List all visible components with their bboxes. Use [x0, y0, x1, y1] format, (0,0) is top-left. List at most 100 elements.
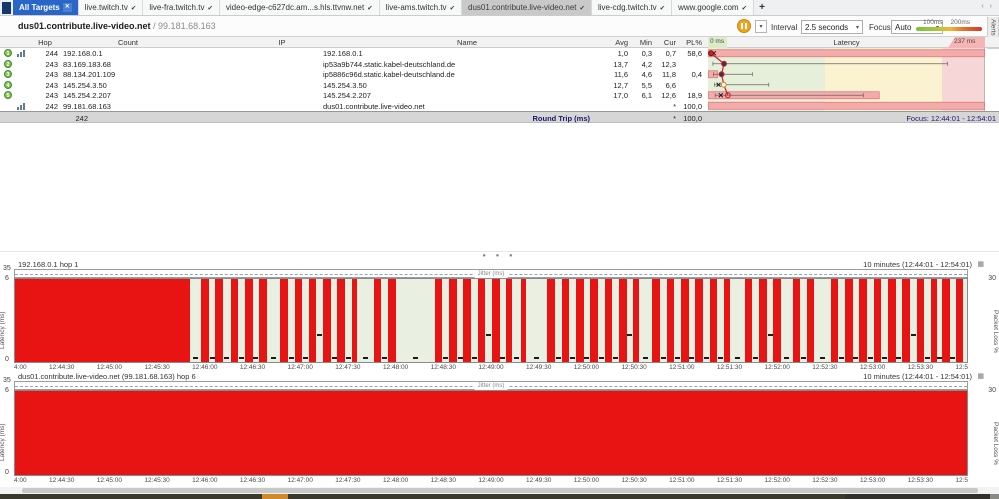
packet-loss-bar — [844, 279, 853, 362]
hop-min: 6,1 — [641, 91, 652, 100]
latency-tick — [513, 357, 519, 359]
hop-pl: 0,4 — [691, 70, 702, 79]
check-icon: ✔ — [449, 4, 456, 12]
packet-loss-bar — [680, 279, 689, 362]
loss-axis-label: Packet Loss % — [992, 421, 999, 465]
latency-tick — [734, 357, 740, 359]
latency-tick — [288, 357, 294, 359]
tab-label: live-cdg.twitch.tv — [597, 3, 657, 12]
tab-live-ams-twitch-tv[interactable]: live-ams.twitch.tv ✔ — [379, 0, 463, 15]
hop-count: 242 — [45, 101, 58, 111]
packet-loss-bar — [709, 279, 718, 362]
packet-loss-bar — [351, 279, 358, 362]
time-tick-label: 12:46:00 — [192, 477, 218, 484]
table-row-hop-4[interactable]: 4 243 145.254.3.50 145.254.3.50 12,7 5,5 6,6 — [0, 80, 999, 91]
table-row-hop-5[interactable]: 5 243 145.254.2.207 145.254.2.207 17,0 6,1 12,… — [0, 90, 999, 101]
graph-range-selector[interactable]: 10 minutes (12:44:01 - 12:54:01) — [863, 372, 972, 381]
hop-ip: 145.254.3.50 — [63, 80, 107, 90]
grid-icon[interactable]: ▦ — [977, 372, 984, 380]
time-tick-label: 12:50:00 — [573, 364, 600, 371]
timeline-graph-icon[interactable] — [17, 102, 26, 110]
time-tick-label: 12:46:30 — [239, 477, 266, 484]
latency-tick — [689, 357, 695, 359]
grid-icon[interactable]: ▦ — [977, 260, 984, 268]
check-icon: ✔ — [367, 4, 373, 12]
packet-loss-bar — [873, 279, 882, 362]
tab-live-cdg-twitch-tv[interactable]: live-cdg.twitch.tv ✔ — [591, 0, 673, 15]
horizontal-scrollbar[interactable] — [0, 487, 999, 494]
pause-button[interactable] — [737, 19, 751, 33]
packet-loss-bar — [930, 279, 937, 362]
packet-loss-bar — [590, 279, 598, 362]
latency-color-scale: 100ms 200ms — [916, 19, 982, 31]
time-tick-label: 12:44:30 — [49, 364, 75, 371]
hop-cur: 12,3 — [661, 59, 676, 69]
tab-live-twitch-tv[interactable]: live.twitch.tv ✔ — [78, 0, 144, 15]
loss-axis-max: 30 — [988, 387, 996, 394]
new-tab-button[interactable]: + — [754, 0, 770, 15]
table-row-hop-1[interactable]: 1 244 192.168.0.1 192.168.0.1 1,0 0,3 0,7 58,6 — [0, 48, 999, 59]
jitter-label: Jitter (ms) — [474, 270, 508, 278]
scrollbar-thumb[interactable] — [22, 488, 978, 493]
timeline-graph-icon[interactable] — [17, 50, 26, 57]
latency-tick — [703, 357, 709, 359]
close-icon[interactable]: ✕ — [62, 3, 72, 12]
time-tick-label: 12:53:00 — [859, 364, 886, 371]
pause-dropdown[interactable]: ▾ — [755, 20, 767, 33]
latency-tick — [253, 357, 259, 359]
latency-tick — [534, 357, 540, 359]
time-tick-label: 12:45:00 — [96, 477, 123, 484]
packet-loss-bar — [323, 279, 331, 362]
latency-tick — [443, 357, 449, 359]
loss-plot-area[interactable] — [14, 278, 968, 363]
time-tick-label: 12:45:00 — [96, 364, 123, 371]
target-ip: 99.181.68.163 — [158, 21, 216, 31]
latency-tick — [412, 357, 418, 359]
time-axis: 12:44:00 12:44:30 12:45:00 12:45:30 12:46:00… — [14, 364, 968, 372]
table-rows: 1 244 192.168.0.1 192.168.0.1 1,0 0,3 0,7 58,6 2… — [0, 48, 999, 111]
loss-axis-max: 30 — [988, 275, 996, 282]
table-row-hop-6[interactable]: 242 99.181.68.163 dus01.contribute.live-vi… — [0, 101, 999, 112]
latency-tick — [382, 357, 388, 359]
latency-tick — [363, 357, 369, 359]
latency-tick — [784, 357, 790, 359]
summary-row[interactable]: 242 Round Trip (ms) * 100,0 Focus: 12:44… — [0, 111, 999, 123]
hop-avg: 11,6 — [613, 70, 628, 79]
latency-tick — [820, 357, 826, 359]
tab-video-edge-c627dc-am-s-hls-ttvnw-net[interactable]: video-edge-c627dc.am...s.hls.ttvnw.net ✔ — [219, 0, 380, 15]
tab-label: live.twitch.tv — [84, 3, 128, 12]
table-row-hop-2[interactable]: 2 243 83.169.183.68 ip53a9b744.static.kabel… — [0, 59, 999, 70]
latency-tick — [500, 357, 506, 359]
latency-tick — [302, 357, 308, 359]
time-tick-label: 12:48:30 — [430, 364, 456, 371]
target-name: dus01.contribute.live-video.net — [18, 21, 151, 31]
packet-loss-bar — [792, 279, 801, 362]
hop-min: 5,5 — [641, 80, 652, 90]
interval-select[interactable]: 2.5 seconds ▾ — [801, 20, 863, 34]
latency-tick — [555, 357, 561, 359]
table-row-hop-3[interactable]: 3 243 88.134.201.109 ip5886c96d.static.kabe… — [0, 69, 999, 80]
tab-live-fra-twitch-tv[interactable]: live-fra.twitch.tv ✔ — [143, 0, 220, 15]
pane-splitter[interactable]: ● ● ● — [0, 251, 999, 260]
latency-axis-max: 6 — [5, 387, 9, 394]
tab-www-google-com[interactable]: www.google.com ✔ — [672, 0, 755, 15]
tab-nav-arrows-icon[interactable]: ‹ › — [981, 0, 999, 15]
hop-count: 243 — [45, 91, 58, 100]
hop-min: 4,2 — [641, 59, 652, 69]
packet-loss-bar — [806, 279, 815, 362]
time-tick-label: 12:46:30 — [239, 364, 266, 371]
tab-dus01-contribute-live-video-net[interactable]: dus01.contribute.live-video.net ✔ — [462, 0, 592, 15]
time-tick-label: 12:45:30 — [144, 364, 170, 371]
tab-all-targets[interactable]: All Targets ✕ — [13, 0, 79, 15]
packet-loss-bar — [337, 279, 346, 362]
packet-loss-bar — [575, 279, 584, 362]
time-tick-label: 12:44:00 — [14, 477, 27, 484]
jitter-band: Jitter (ms) — [14, 269, 968, 278]
check-icon: ✔ — [659, 4, 666, 12]
latency-tick — [613, 357, 619, 359]
hop-status-badge: 3 — [4, 70, 12, 78]
time-tick-label: 12:47:00 — [287, 477, 313, 484]
summary-label: Round Trip (ms) — [532, 114, 591, 123]
loss-plot-area[interactable] — [14, 390, 968, 476]
graph-range-selector[interactable]: 10 minutes (12:44:01 - 12:54:01) — [863, 260, 972, 269]
